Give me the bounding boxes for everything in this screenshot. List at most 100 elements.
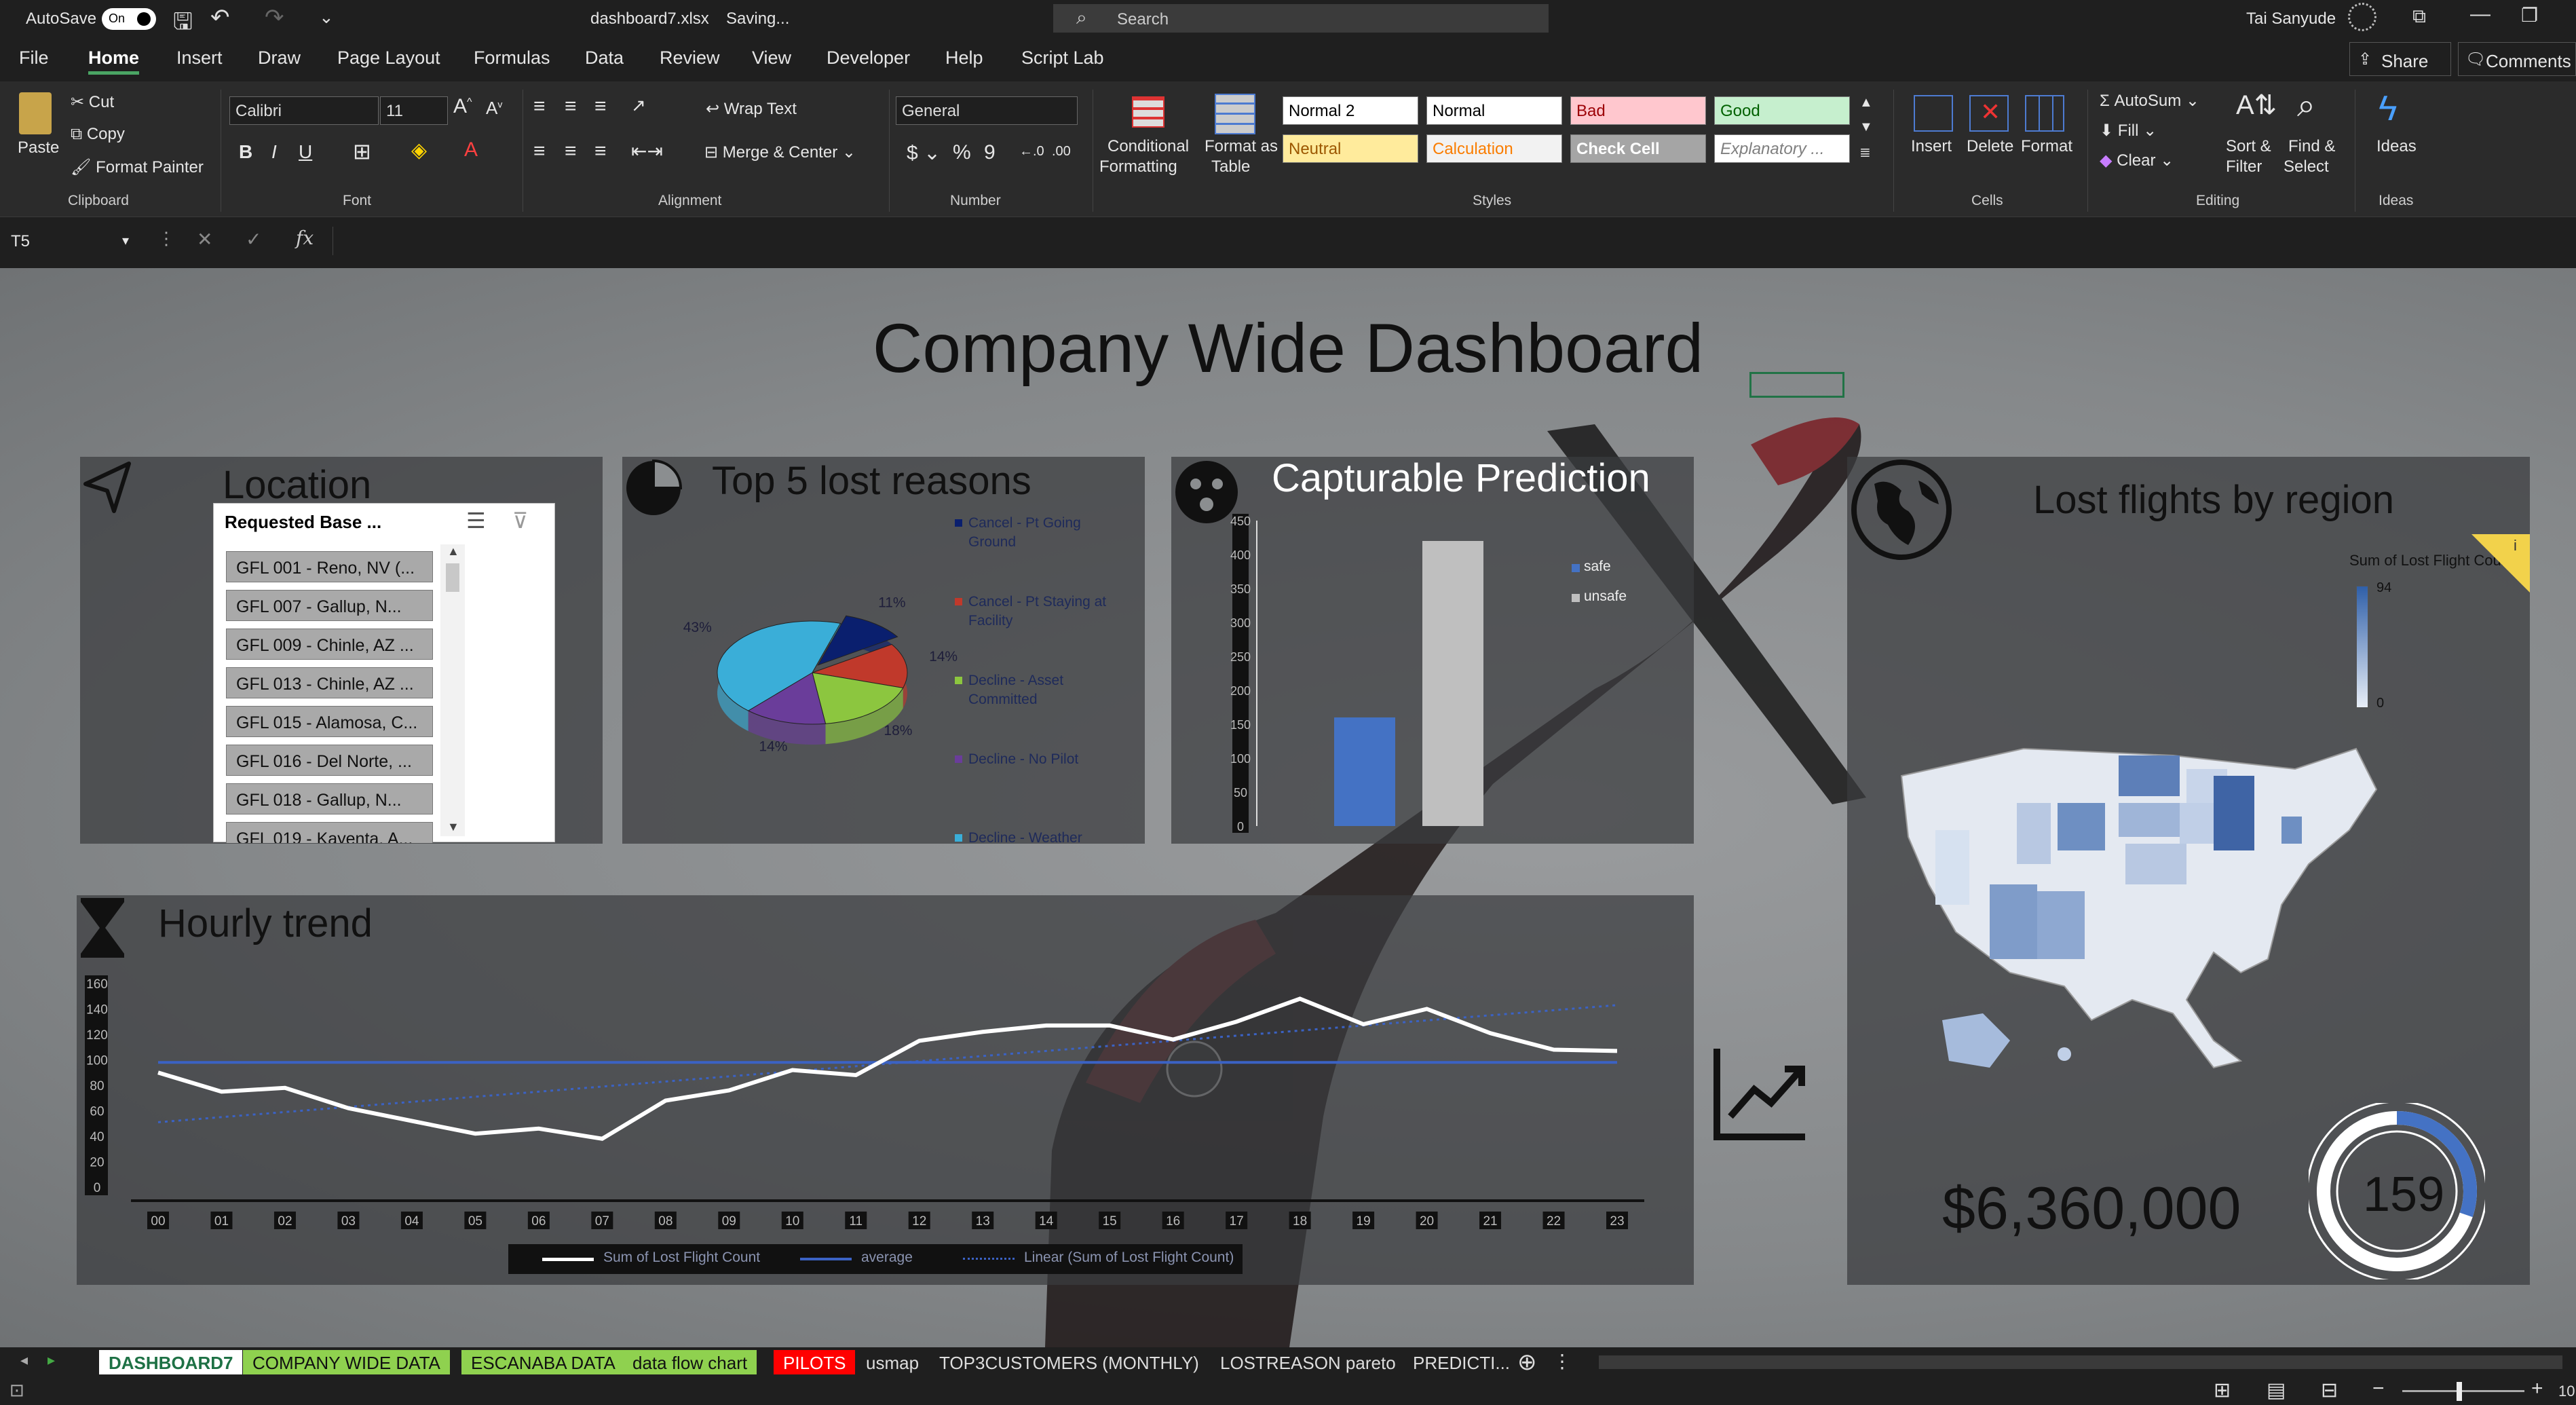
- align-right-icon[interactable]: ≡: [594, 140, 607, 163]
- page-break-view-icon[interactable]: ⊟: [2321, 1379, 2338, 1402]
- name-box[interactable]: T5 ▾: [5, 227, 138, 255]
- styles-more-icon[interactable]: ≣: [1859, 144, 1871, 161]
- sheet-tab-usmap[interactable]: usmap: [856, 1350, 929, 1374]
- sheet-tab-data-flow-chart[interactable]: data flow chart: [623, 1350, 757, 1374]
- format-as-table-icon[interactable]: [1215, 94, 1255, 134]
- tab-review[interactable]: Review: [660, 48, 720, 69]
- font-name-dropdown[interactable]: Calibri: [229, 96, 379, 125]
- sort-filter-label-2[interactable]: Filter: [2226, 157, 2262, 176]
- underline-icon[interactable]: U: [299, 141, 312, 163]
- zoom-level[interactable]: 10: [2558, 1383, 2575, 1400]
- italic-icon[interactable]: I: [271, 141, 277, 163]
- map-state-hawaii[interactable]: [2058, 1047, 2071, 1061]
- tab-page-layout[interactable]: Page Layout: [337, 48, 440, 69]
- tab-data[interactable]: Data: [585, 48, 624, 69]
- next-sheet-icon[interactable]: ▸: [48, 1351, 55, 1369]
- restore-icon[interactable]: ❐: [2521, 4, 2538, 26]
- paste-button[interactable]: [15, 92, 56, 140]
- autosum-button[interactable]: Σ AutoSum ⌄: [2100, 91, 2199, 111]
- map-state[interactable]: [1990, 884, 2037, 959]
- tab-help[interactable]: Help: [945, 48, 983, 69]
- style-good[interactable]: Good: [1714, 96, 1850, 125]
- tab-script-lab[interactable]: Script Lab: [1021, 48, 1104, 69]
- magnifier-icon[interactable]: ⌕: [2297, 87, 2315, 125]
- slicer-item[interactable]: GFL 016 - Del Norte, ...: [226, 745, 433, 776]
- format-cells-icon[interactable]: [2025, 95, 2064, 132]
- map-state[interactable]: [2125, 844, 2186, 884]
- bar[interactable]: [1422, 541, 1483, 826]
- delete-cells-icon[interactable]: ✕: [1969, 95, 2009, 132]
- align-center-icon[interactable]: ≡: [565, 140, 577, 163]
- style-check-cell[interactable]: Check Cell: [1570, 134, 1706, 163]
- bar[interactable]: [1334, 717, 1395, 826]
- map-state[interactable]: [2017, 803, 2051, 864]
- clear-button[interactable]: ◆ Clear ⌄: [2100, 151, 2174, 170]
- style-normal-2[interactable]: Normal 2: [1283, 96, 1418, 125]
- map-state-alaska[interactable]: [1942, 1013, 2010, 1068]
- sort-filter-label-1[interactable]: Sort &: [2226, 137, 2271, 156]
- insert-function-icon[interactable]: fx: [296, 227, 314, 249]
- normal-view-icon[interactable]: ⊞: [2214, 1379, 2231, 1402]
- sheet-tab-lostreason-pareto[interactable]: LOSTREASON pareto: [1211, 1350, 1405, 1374]
- sheet-tab-pilots[interactable]: PILOTS: [774, 1350, 856, 1374]
- merge-center-button[interactable]: ⊟ Merge & Center ⌄: [704, 143, 856, 162]
- share-button[interactable]: ⇪ Share: [2349, 42, 2451, 76]
- map-state[interactable]: [2058, 803, 2105, 850]
- info-icon[interactable]: i: [2514, 537, 2517, 555]
- style-bad[interactable]: Bad: [1570, 96, 1706, 125]
- sheet-tab-top3customers-monthly-[interactable]: TOP3CUSTOMERS (MONTHLY): [930, 1350, 1209, 1374]
- sheet-tab-predicti-[interactable]: PREDICTI...: [1403, 1350, 1520, 1374]
- clear-filter-icon[interactable]: ⊽: [512, 508, 528, 533]
- tab-insert[interactable]: Insert: [176, 48, 223, 69]
- orientation-icon[interactable]: ↗: [631, 95, 646, 116]
- prev-sheet-icon[interactable]: ◂: [20, 1351, 28, 1369]
- find-select-label-1[interactable]: Find &: [2288, 137, 2335, 156]
- name-box-dropdown-icon[interactable]: ▾: [122, 232, 129, 249]
- slicer-item[interactable]: GFL 001 - Reno, NV (...: [226, 551, 433, 582]
- comma-icon[interactable]: 9: [984, 141, 996, 164]
- align-middle-icon[interactable]: ≡: [565, 95, 577, 118]
- scroll-down-icon[interactable]: ▼: [447, 820, 459, 834]
- zoom-slider-thumb[interactable]: [2457, 1382, 2462, 1401]
- slicer-item[interactable]: GFL 007 - Gallup, N...: [226, 590, 433, 621]
- map-state[interactable]: [2119, 803, 2180, 837]
- wrap-text-button[interactable]: ↩ Wrap Text: [706, 99, 797, 119]
- worksheet[interactable]: Company Wide Dashboard Location Requeste…: [0, 268, 2576, 1347]
- insert-cells-label[interactable]: Insert: [1911, 137, 1952, 156]
- tab-file[interactable]: File: [19, 48, 49, 69]
- slicer-item[interactable]: GFL 013 - Chinle, AZ ...: [226, 667, 433, 698]
- style-calculation[interactable]: Calculation: [1426, 134, 1562, 163]
- tab-formulas[interactable]: Formulas: [474, 48, 550, 69]
- user-name[interactable]: Tai Sanyude: [2246, 10, 2336, 29]
- ribbon-display-icon[interactable]: ⧉: [2412, 5, 2426, 28]
- insert-cells-icon[interactable]: [1914, 95, 1953, 132]
- location-slicer[interactable]: Requested Base ... ☰ ⊽ GFL 001 - Reno, N…: [213, 503, 555, 843]
- customize-toolbar-icon[interactable]: ⌄: [319, 7, 334, 28]
- map-state[interactable]: [2180, 803, 2214, 844]
- page-layout-view-icon[interactable]: ▤: [2267, 1379, 2286, 1402]
- map-state[interactable]: [2119, 755, 2180, 796]
- prediction-bar-chart[interactable]: 0 50 100 150 200 250 300 350 400 450: [1171, 457, 1694, 844]
- avatar[interactable]: [2348, 3, 2376, 31]
- more-options-icon[interactable]: ⋮: [157, 228, 175, 249]
- copy-button[interactable]: ⧉ Copy: [71, 125, 125, 144]
- line-series[interactable]: [157, 996, 1618, 1141]
- delete-cells-label[interactable]: Delete: [1967, 137, 2013, 156]
- map-state[interactable]: [2037, 891, 2085, 959]
- tab-draw[interactable]: Draw: [258, 48, 301, 69]
- horizontal-scrollbar[interactable]: [1599, 1355, 2562, 1369]
- fill-color-icon[interactable]: ◈: [411, 138, 427, 162]
- indent-icon[interactable]: ⇤⇥: [631, 140, 663, 162]
- align-top-icon[interactable]: ≡: [533, 95, 546, 118]
- styles-scroll-up-icon[interactable]: ▲: [1859, 95, 1873, 111]
- find-select-label-2[interactable]: Select: [2284, 157, 2329, 176]
- format-cells-label[interactable]: Format: [2021, 137, 2072, 156]
- slicer-item[interactable]: GFL 015 - Alamosa, C...: [226, 706, 433, 737]
- zoom-slider[interactable]: [2402, 1382, 2524, 1401]
- conditional-formatting-button[interactable]: [1126, 92, 1170, 136]
- font-color-icon[interactable]: A: [464, 138, 478, 162]
- tab-options-icon[interactable]: ⋮: [1553, 1350, 1572, 1372]
- increase-font-icon[interactable]: A^: [453, 95, 472, 118]
- scroll-thumb[interactable]: [446, 563, 459, 592]
- redo-icon[interactable]: ↷: [265, 4, 284, 31]
